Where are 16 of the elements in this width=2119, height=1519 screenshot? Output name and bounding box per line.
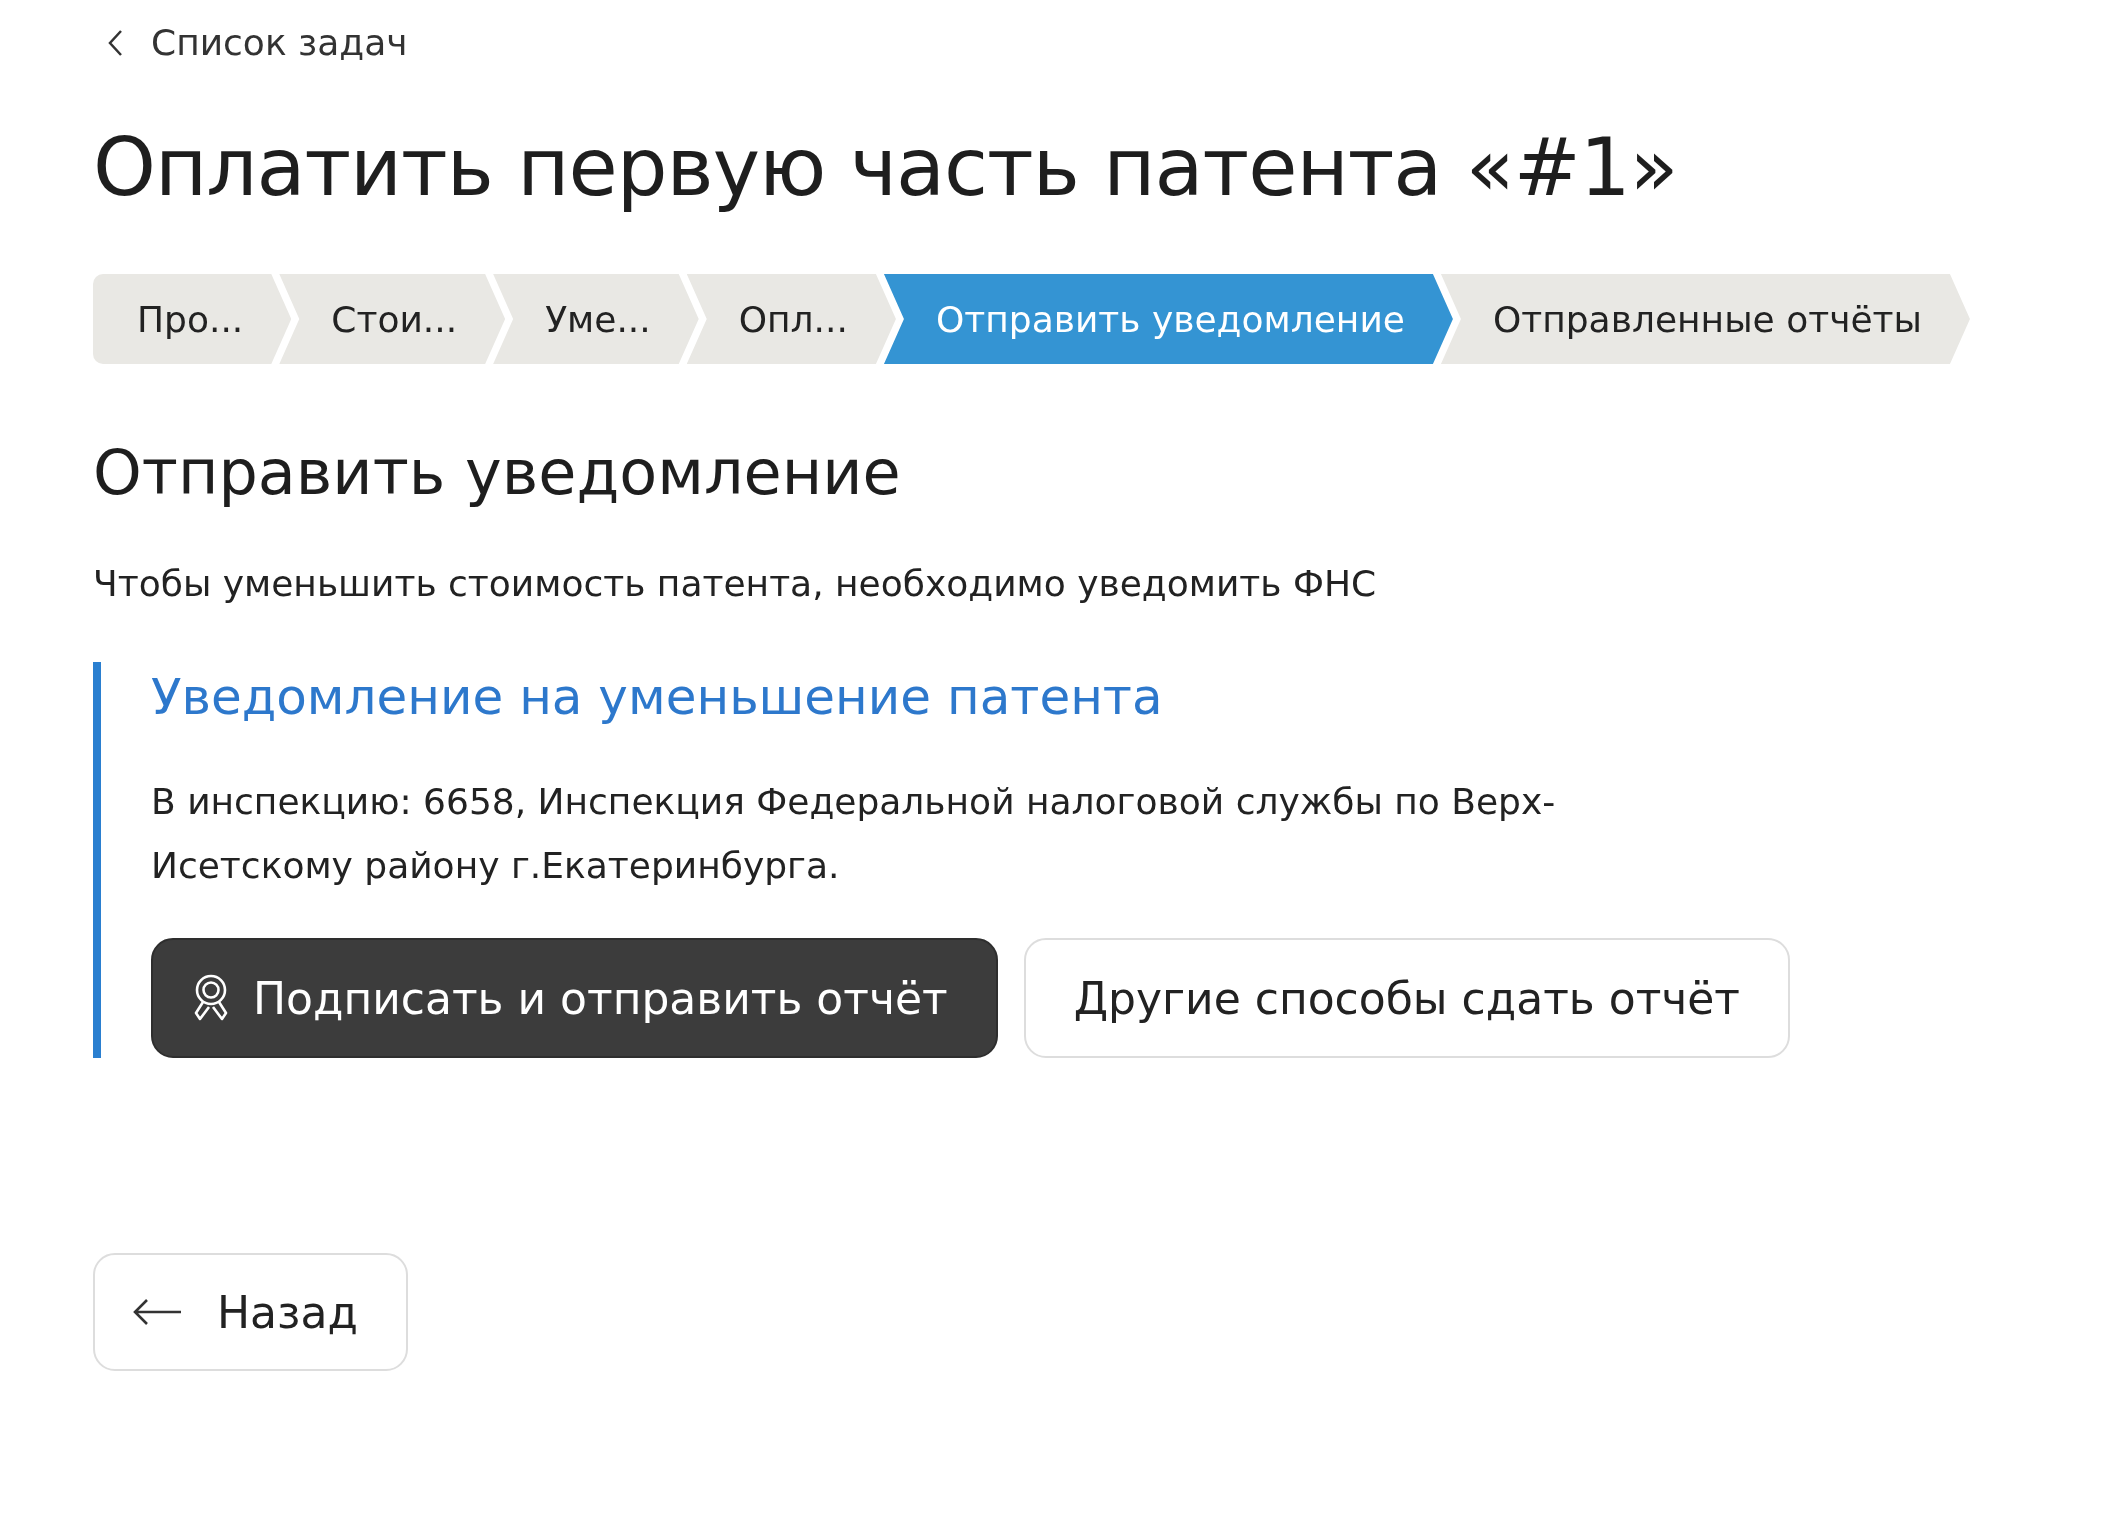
other-methods-button[interactable]: Другие способы сдать отчёт — [1023, 938, 1790, 1058]
arrow-left-icon — [131, 1297, 183, 1327]
page-title: Оплатить первую часть патента «#1» — [93, 121, 1679, 214]
chevron-left-icon — [107, 28, 123, 57]
step-tab[interactable]: Про... — [93, 274, 292, 364]
notice-text: В инспекцию: 6658, Инспекция Федеральной налоговой службы по Верх-Исетскому району г.Екатеринбурга. — [151, 780, 1557, 888]
step-tab[interactable]: Уме... — [493, 274, 699, 364]
section-title: Отправить уведомление — [93, 436, 902, 509]
description: Чтобы уменьшить стоимость патента, необходимо уведомить ФНС — [93, 563, 1378, 604]
step-tab[interactable]: Опл... — [686, 274, 896, 364]
back-link[interactable]: Список задач — [93, 22, 408, 63]
notice-title: Уведомление на уменьшение патента — [151, 668, 1164, 726]
step-tab[interactable]: Стои... — [279, 274, 506, 364]
sign-send-button[interactable]: Подписать и отправить отчёт — [151, 938, 998, 1058]
step-tab[interactable]: Отправленные отчёты — [1440, 274, 1970, 364]
back-button[interactable]: Назад — [93, 1253, 408, 1371]
